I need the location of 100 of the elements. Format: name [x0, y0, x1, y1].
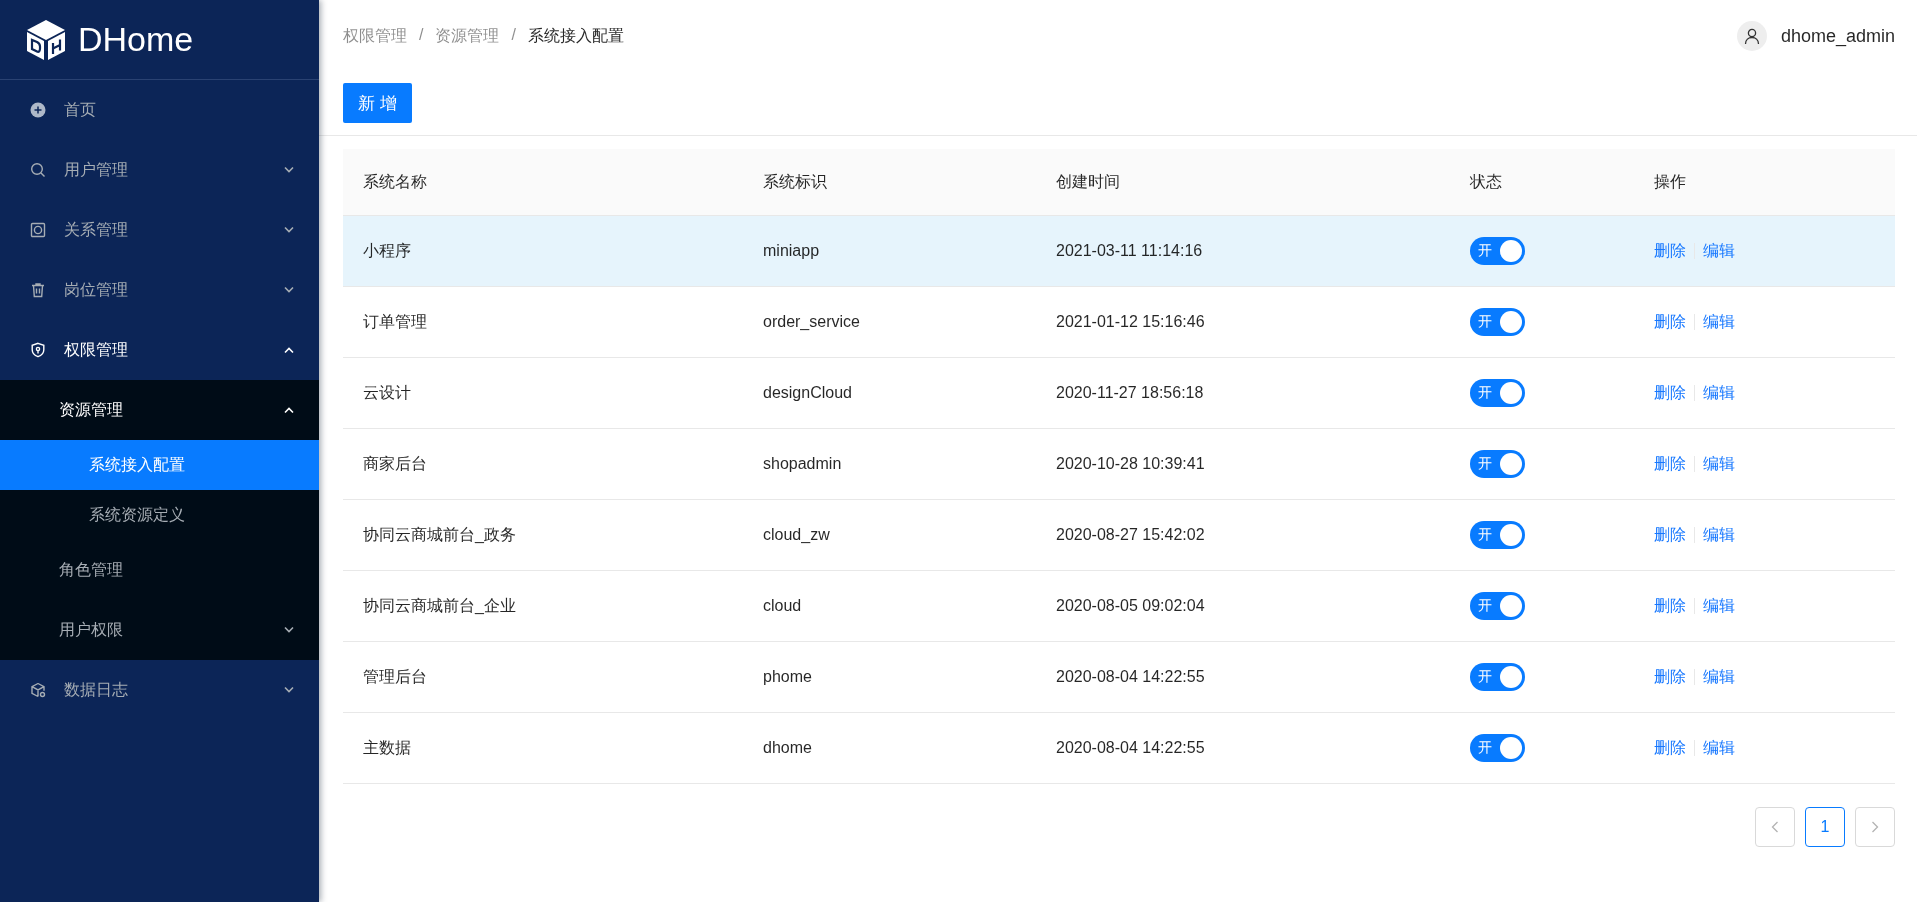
table-cell-text: 2020-08-27 15:42:02	[1055, 526, 1206, 544]
table-cell-text: 管理后台	[362, 666, 428, 687]
chevron-up-icon	[283, 346, 295, 354]
table-cell-text: phome	[762, 668, 813, 686]
table-cell-text: 2020-08-04 14:22:55	[1055, 668, 1206, 686]
status-switch[interactable]: 开	[1470, 450, 1525, 478]
next-page-button[interactable]	[1855, 807, 1895, 847]
table-cell-text: 商家后台	[362, 453, 428, 474]
action-link[interactable]: 删除	[1654, 453, 1686, 475]
menu-item[interactable]: 岗位管理	[0, 260, 319, 320]
column-header: 系统标识	[762, 171, 828, 192]
logo-text: DHome	[78, 20, 194, 59]
table-row[interactable]: 协同云商城前台_政务 cloud_zw 2020-08-27 15:42:02 开 删除 编辑	[343, 500, 1895, 571]
menu-item[interactable]: 资源管理	[0, 380, 319, 440]
table-cell-text: 云设计	[362, 382, 412, 403]
action-link[interactable]: 删除	[1654, 382, 1686, 404]
action-link[interactable]: 编辑	[1703, 666, 1735, 688]
column-header: 系统名称	[362, 171, 428, 192]
table-cell-text: 2020-11-27 18:56:18	[1055, 384, 1205, 402]
chevron-down-icon	[283, 286, 295, 294]
breadcrumb-item[interactable]: 资源管理	[435, 25, 500, 47]
plus-circle-icon	[30, 102, 46, 118]
action-link[interactable]: 删除	[1654, 240, 1686, 262]
table-row[interactable]: 云设计 designCloud 2020-11-27 18:56:18 开 删除 编辑	[343, 358, 1895, 429]
action-link[interactable]: 编辑	[1703, 595, 1735, 617]
table-row[interactable]: 小程序 miniapp 2021-03-11 11:14:16 开 删除 编辑	[343, 216, 1895, 287]
page-button[interactable]: 1	[1805, 807, 1845, 847]
table-cell-text: dhome	[762, 739, 813, 757]
action-link[interactable]: 编辑	[1703, 453, 1735, 475]
status-switch[interactable]: 开	[1470, 734, 1525, 762]
search-icon	[30, 162, 46, 178]
menu-item[interactable]: 系统资源定义	[0, 490, 319, 540]
breadcrumb-separator: /	[419, 25, 424, 45]
column-header: 状态	[1469, 171, 1503, 192]
column-header: 创建时间	[1055, 171, 1121, 192]
menu-item[interactable]: 数据日志	[0, 660, 319, 720]
avatar[interactable]	[1736, 21, 1767, 51]
chevron-down-icon	[283, 686, 295, 694]
shield-icon	[30, 342, 46, 358]
chevron-right-icon	[1871, 821, 1879, 833]
username[interactable]: dhome_admin	[1780, 25, 1895, 47]
table-cell-text: 协同云商城前台_政务	[362, 524, 517, 545]
breadcrumb-item[interactable]: 权限管理	[343, 25, 407, 47]
chevron-left-icon	[1771, 821, 1779, 833]
chevron-down-icon	[283, 626, 295, 634]
action-link[interactable]: 删除	[1654, 737, 1686, 759]
table-cell-text: 2021-03-11 11:14:16	[1055, 242, 1204, 260]
prev-page-button[interactable]	[1755, 807, 1795, 847]
menu-item[interactable]: 关系管理	[0, 200, 319, 260]
table-cell-text: designCloud	[762, 384, 853, 402]
table-row[interactable]: 管理后台 phome 2020-08-04 14:22:55 开 删除 编辑	[343, 642, 1895, 713]
table-cell-text: 协同云商城前台_企业	[362, 595, 517, 616]
breadcrumb-separator: /	[511, 25, 516, 45]
status-switch[interactable]: 开	[1470, 663, 1525, 691]
menu-item[interactable]: 权限管理	[0, 320, 319, 380]
cube-logo-icon	[24, 17, 68, 62]
table-cell-text: 主数据	[362, 737, 412, 758]
table-row[interactable]: 协同云商城前台_企业 cloud 2020-08-05 09:02:04 开 删除 编辑	[343, 571, 1895, 642]
trash-icon	[30, 282, 46, 298]
action-link[interactable]: 编辑	[1703, 382, 1735, 404]
add-button[interactable]: 新 增	[343, 83, 412, 123]
menu-item[interactable]: 角色管理	[0, 540, 319, 600]
table-cell-text: cloud_zw	[762, 526, 831, 544]
action-link[interactable]: 编辑	[1703, 240, 1735, 262]
table-cell-text: order_service	[762, 313, 861, 331]
framed-circle-icon	[30, 222, 46, 238]
table-cell-text: 2021-01-12 15:16:46	[1055, 313, 1206, 331]
chevron-up-icon	[283, 406, 295, 414]
table-cell-text: miniapp	[762, 242, 821, 260]
table-cell-text: cloud	[762, 597, 803, 615]
table-row[interactable]: 商家后台 shopadmin 2020-10-28 10:39:41 开 删除 编辑	[343, 429, 1895, 500]
user-icon	[1742, 27, 1761, 45]
table-cell-text: shopadmin	[762, 455, 843, 473]
status-switch[interactable]: 开	[1470, 592, 1525, 620]
status-switch[interactable]: 开	[1470, 237, 1525, 265]
table-cell-text: 订单管理	[362, 311, 428, 332]
action-link[interactable]: 删除	[1654, 311, 1686, 333]
menu-item[interactable]: 系统接入配置	[0, 440, 319, 490]
table-row[interactable]: 主数据 dhome 2020-08-04 14:22:55 开 删除 编辑	[343, 713, 1895, 784]
menu-item[interactable]: 首页	[0, 80, 319, 140]
menu-item[interactable]: 用户管理	[0, 140, 319, 200]
cube-gear-icon	[30, 682, 46, 698]
breadcrumb-item: 系统接入配置	[527, 25, 624, 46]
status-switch[interactable]: 开	[1470, 379, 1525, 407]
menu-item[interactable]: 用户权限	[0, 600, 319, 660]
table-cell-text: 2020-10-28 10:39:41	[1055, 455, 1206, 473]
action-link[interactable]: 删除	[1654, 666, 1686, 688]
table-cell-text: 小程序	[362, 240, 412, 261]
action-link[interactable]: 编辑	[1703, 737, 1735, 759]
column-header: 操作	[1653, 171, 1687, 192]
action-link[interactable]: 编辑	[1703, 524, 1735, 546]
action-link[interactable]: 删除	[1654, 595, 1686, 617]
table-row[interactable]: 订单管理 order_service 2021-01-12 15:16:46 开 删除 编辑	[343, 287, 1895, 358]
chevron-down-icon	[283, 226, 295, 234]
status-switch[interactable]: 开	[1470, 308, 1525, 336]
status-switch[interactable]: 开	[1470, 521, 1525, 549]
action-link[interactable]: 删除	[1654, 524, 1686, 546]
chevron-down-icon	[283, 166, 295, 174]
table-cell-text: 2020-08-04 14:22:55	[1055, 739, 1206, 757]
action-link[interactable]: 编辑	[1703, 311, 1735, 333]
